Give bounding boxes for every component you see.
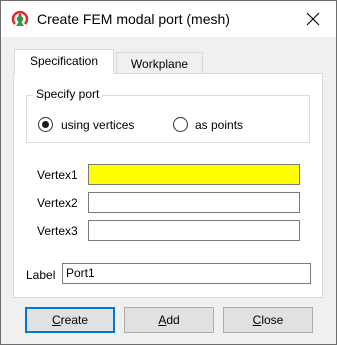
add-button-label: dd bbox=[166, 313, 180, 327]
close-button-label: lose bbox=[261, 313, 284, 327]
vertex2-field[interactable] bbox=[88, 192, 300, 213]
title-bar: Create FEM modal port (mesh) bbox=[1, 1, 336, 37]
create-button-label: reate bbox=[60, 313, 89, 327]
port-label-label: Label bbox=[26, 268, 56, 282]
vertex1-label: Vertex1 bbox=[37, 168, 78, 182]
radio-as-points[interactable] bbox=[173, 117, 188, 132]
tab-specification[interactable]: Specification bbox=[14, 49, 114, 74]
close-window-button[interactable] bbox=[290, 1, 336, 37]
vertex1-field[interactable] bbox=[88, 164, 300, 185]
close-icon bbox=[306, 12, 320, 26]
specify-port-title: Specify port bbox=[33, 87, 103, 101]
close-button[interactable]: Close bbox=[223, 307, 313, 333]
app-icon bbox=[10, 9, 30, 29]
tab-specification-label: Specification bbox=[29, 54, 99, 68]
create-button[interactable]: Create bbox=[25, 307, 115, 333]
create-button-mnemonic: C bbox=[51, 313, 61, 327]
tab-workplane[interactable]: Workplane bbox=[116, 52, 203, 74]
radio-using-vertices-label[interactable]: using vertices bbox=[61, 117, 134, 133]
radio-as-points-label[interactable]: as points bbox=[195, 117, 243, 133]
vertex3-label: Vertex3 bbox=[37, 224, 78, 238]
vertex3-field[interactable] bbox=[88, 220, 300, 241]
add-button[interactable]: Add bbox=[124, 307, 214, 333]
radio-selected-dot bbox=[42, 121, 49, 128]
dialog-window: Create FEM modal port (mesh) Specificati… bbox=[0, 0, 337, 345]
radio-using-vertices[interactable] bbox=[38, 117, 53, 132]
vertex2-label: Vertex2 bbox=[37, 196, 78, 210]
port-label-field[interactable]: Port1 bbox=[62, 263, 311, 284]
window-title: Create FEM modal port (mesh) bbox=[37, 11, 230, 27]
tab-workplane-label: Workplane bbox=[130, 57, 189, 71]
